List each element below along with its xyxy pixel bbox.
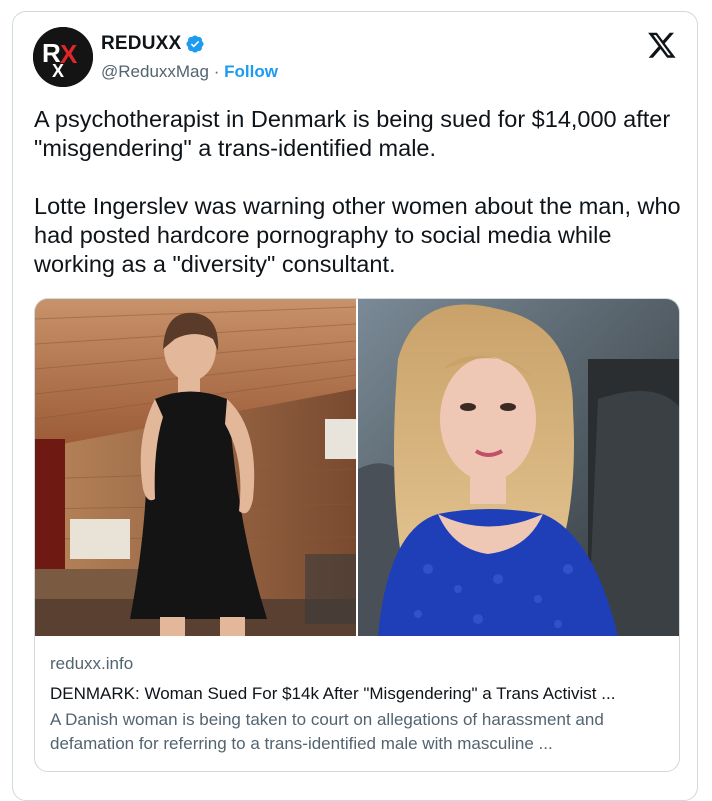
link-preview-card[interactable]: reduxx.info DENMARK: Woman Sued For $14k…: [34, 298, 680, 772]
follow-button[interactable]: Follow: [224, 62, 278, 81]
author-handle-row: @ReduxxMag · Follow: [101, 62, 278, 82]
tweet-paragraph: Lotte Ingerslev was warning other women …: [34, 193, 681, 277]
person-in-blue-dress-photo: [358, 299, 679, 636]
tweet-text: A psychotherapist in Denmark is being su…: [34, 105, 684, 279]
verified-badge-icon: [186, 35, 204, 53]
tweet-card: R X X REDUXX @ReduxxMag · Follow A psych…: [12, 11, 698, 801]
link-domain: reduxx.info: [50, 654, 134, 673]
tweet-paragraph: A psychotherapist in Denmark is being su…: [34, 106, 671, 161]
handle-separator: ·: [213, 62, 220, 81]
author-avatar[interactable]: R X X: [33, 27, 93, 87]
svg-text:X: X: [52, 61, 64, 81]
link-headline: DENMARK: Woman Sued For $14k After "Misg…: [50, 684, 616, 703]
left-photo[interactable]: [35, 299, 356, 636]
author-name-row: REDUXX: [101, 33, 205, 55]
author-handle[interactable]: @ReduxxMag: [101, 62, 209, 81]
right-photo[interactable]: [358, 299, 679, 636]
link-preview-info[interactable]: reduxx.info DENMARK: Woman Sued For $14k…: [50, 653, 670, 756]
x-logo-icon[interactable]: [647, 30, 677, 60]
person-in-black-dress-photo: [35, 299, 356, 636]
reduxx-logo-icon: R X X: [33, 27, 93, 87]
link-description: A Danish woman is being taken to court o…: [50, 710, 604, 753]
author-display-name[interactable]: REDUXX: [101, 33, 181, 55]
